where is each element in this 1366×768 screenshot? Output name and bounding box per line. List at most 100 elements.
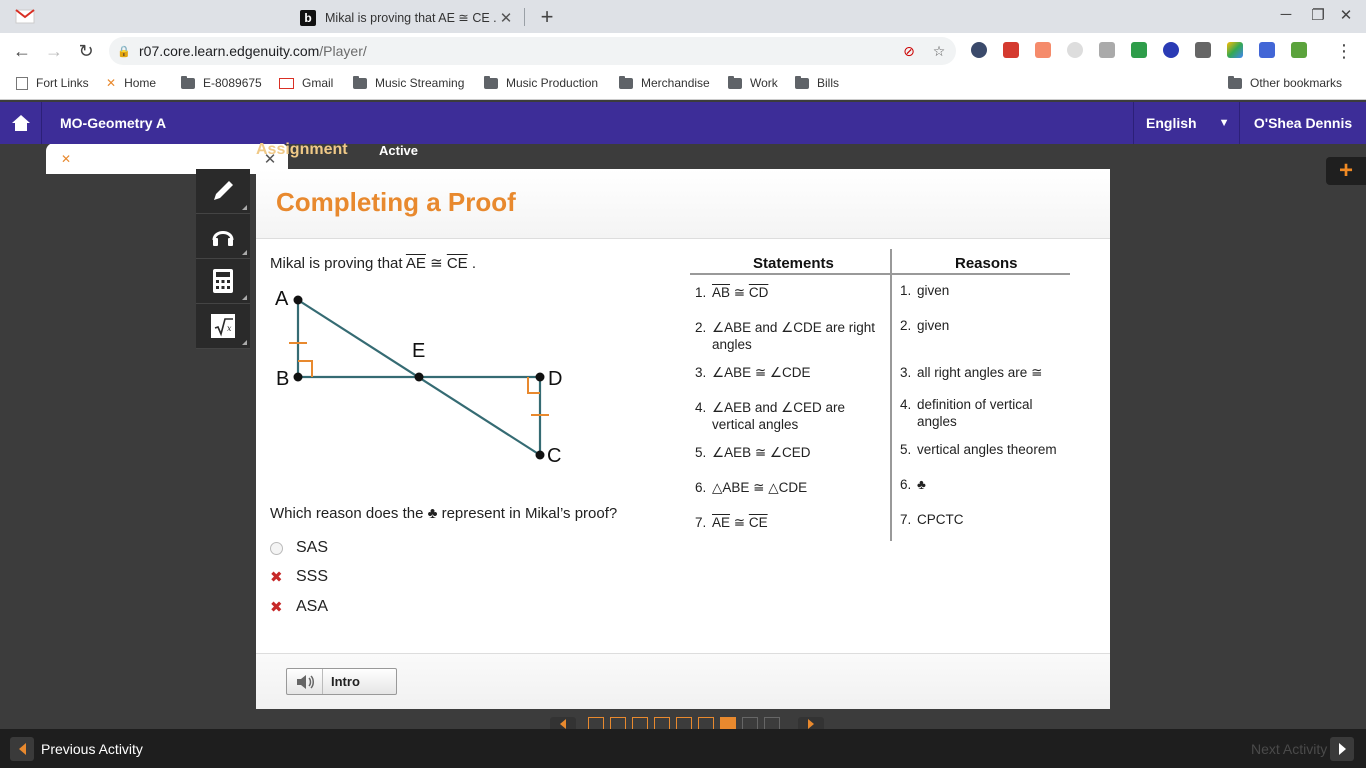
- pager-prev-arrow[interactable]: [550, 717, 576, 729]
- next-activity-label[interactable]: Next Activity: [1251, 741, 1327, 757]
- statement-7: 7. AE ≅ CE: [695, 514, 885, 531]
- segment-cd: CD: [748, 285, 769, 300]
- close-window-button[interactable]: ✕: [1336, 6, 1356, 24]
- shield-extension-icon[interactable]: [971, 42, 987, 58]
- edgenuity-icon: ✕: [106, 76, 117, 90]
- bookmark-bills[interactable]: Bills: [795, 75, 839, 90]
- progress-step[interactable]: [588, 717, 604, 729]
- gmail-pinned-tab[interactable]: [14, 6, 36, 26]
- expand-plus-button[interactable]: +: [1326, 157, 1366, 185]
- progress-step[interactable]: [698, 717, 714, 729]
- calendar-extension-icon[interactable]: [1259, 42, 1275, 58]
- new-tab-button[interactable]: +: [536, 4, 558, 30]
- statement-5: 5. ∠AEB ≅ ∠CED: [695, 444, 885, 461]
- progress-step[interactable]: [742, 717, 758, 729]
- point-a: [293, 295, 303, 305]
- progress-step[interactable]: [764, 717, 780, 729]
- previous-activity-label[interactable]: Previous Activity: [41, 741, 143, 757]
- progress-step[interactable]: [610, 717, 626, 729]
- blocked-icon[interactable]: ⊘: [900, 43, 918, 59]
- url-input[interactable]: 🔒 r07.core.learn.edgenuity.com/Player/: [109, 37, 956, 65]
- progress-step[interactable]: [632, 717, 648, 729]
- audio-tool[interactable]: [196, 214, 250, 259]
- bottom-nav-bar: Previous Activity Next Activity: [0, 729, 1366, 768]
- bookmark-label: Work: [750, 76, 778, 90]
- course-title: MO-Geometry A: [60, 115, 167, 131]
- bookmark-home[interactable]: ✕ Home: [106, 76, 156, 90]
- incorrect-x-icon: ✖: [270, 568, 283, 586]
- calculator-tool[interactable]: [196, 259, 250, 304]
- row-number: 6.: [695, 480, 707, 495]
- intro-button[interactable]: Intro: [286, 668, 397, 695]
- option-sss[interactable]: ✖ SSS: [270, 568, 328, 586]
- bookmark-label: E-8089675: [203, 76, 262, 90]
- app-header: MO-Geometry A English ▼ O'Shea Dennis: [0, 102, 1366, 144]
- reason-1: 1. given: [900, 282, 1070, 299]
- statement-6: 6. △ABE ≅ △CDE: [695, 479, 885, 496]
- location-extension-icon[interactable]: [1195, 42, 1211, 58]
- other-bookmarks[interactable]: Other bookmarks: [1228, 75, 1342, 90]
- bookmark-merchandise[interactable]: Merchandise: [619, 75, 710, 90]
- user-menu[interactable]: O'Shea Dennis: [1239, 102, 1366, 144]
- minimize-button[interactable]: ─: [1276, 6, 1296, 23]
- language-label: English: [1146, 115, 1197, 131]
- folder-icon: [619, 75, 633, 89]
- formula-tool[interactable]: x: [196, 304, 250, 349]
- reason-4: 4. definition of vertical angles: [900, 396, 1065, 430]
- assignment-label: Assignment: [256, 141, 348, 158]
- congruent-symbol: ≅: [730, 515, 749, 530]
- option-asa[interactable]: ✖ ASA: [270, 598, 328, 616]
- bookmark-gmail[interactable]: Gmail: [279, 76, 333, 90]
- drive-extension-icon[interactable]: [1227, 42, 1243, 58]
- progress-step[interactable]: [676, 717, 692, 729]
- bookmark-e-8089675[interactable]: E-8089675: [181, 75, 262, 90]
- progress-step[interactable]: [720, 717, 736, 729]
- statement-text: △ABE ≅ △CDE: [712, 480, 808, 495]
- bookmark-music-streaming[interactable]: Music Streaming: [353, 75, 464, 90]
- reason-text: all right angles are ≅: [917, 365, 1043, 380]
- incorrect-x-icon: ✖: [270, 598, 283, 616]
- row-number: 4.: [695, 400, 707, 415]
- close-tab-icon[interactable]: ✕: [496, 9, 516, 27]
- forward-button[interactable]: →: [42, 39, 66, 63]
- label-b: B: [276, 368, 289, 390]
- lock-icon: 🔒: [117, 45, 131, 58]
- previous-activity-button[interactable]: [10, 737, 34, 761]
- row-number: 6.: [900, 477, 912, 492]
- row-number: 7.: [900, 512, 912, 527]
- row-number: 4.: [900, 397, 912, 412]
- help-extension-icon[interactable]: [1067, 42, 1083, 58]
- progress-step[interactable]: [654, 717, 670, 729]
- next-activity-button[interactable]: [1330, 737, 1354, 761]
- share-extension-icon[interactable]: [1035, 42, 1051, 58]
- language-select[interactable]: English ▼: [1133, 102, 1239, 144]
- star-icon[interactable]: ☆: [930, 43, 948, 59]
- activity-card: Completing a Proof Mikal is proving that…: [256, 169, 1110, 709]
- segment-ce: CE: [446, 255, 468, 272]
- tab-edgenuity[interactable]: ✕ MO-Geometry A - Edgenuity.com ✕: [46, 143, 288, 174]
- row-number: 3.: [900, 365, 912, 380]
- bookmark-fort-links[interactable]: Fort Links: [16, 76, 89, 90]
- menu-kebab-icon[interactable]: ⋮: [1332, 39, 1356, 63]
- home-button[interactable]: [0, 102, 42, 144]
- bookmark-label: Gmail: [302, 76, 334, 90]
- statement-2: 2. ∠ABE and ∠CDE are right angles: [695, 319, 887, 353]
- tools-panel: x: [196, 169, 250, 349]
- option-sas[interactable]: SAS: [270, 539, 328, 557]
- segment-ae: AE: [712, 515, 731, 530]
- reload-button[interactable]: ↻: [74, 39, 98, 63]
- pager-next-arrow[interactable]: [798, 717, 824, 729]
- bookmark-work[interactable]: Work: [728, 75, 778, 90]
- restore-button[interactable]: ❐: [1308, 6, 1328, 24]
- back-button[interactable]: ←: [10, 39, 34, 63]
- classroom-extension-icon[interactable]: [1291, 42, 1307, 58]
- copy-extension-icon[interactable]: [1099, 42, 1115, 58]
- ublock-extension-icon[interactable]: [1003, 42, 1019, 58]
- cast-extension-icon[interactable]: [1131, 42, 1147, 58]
- radio-button[interactable]: [270, 541, 283, 555]
- highlighter-tool[interactable]: [196, 169, 250, 214]
- prompt-period: .: [467, 255, 477, 272]
- c-extension-icon[interactable]: [1163, 42, 1179, 58]
- tab-brainly[interactable]: b Mikal is proving that AE ≅ CE . T ✕: [288, 2, 524, 33]
- bookmark-music-production[interactable]: Music Production: [484, 75, 598, 90]
